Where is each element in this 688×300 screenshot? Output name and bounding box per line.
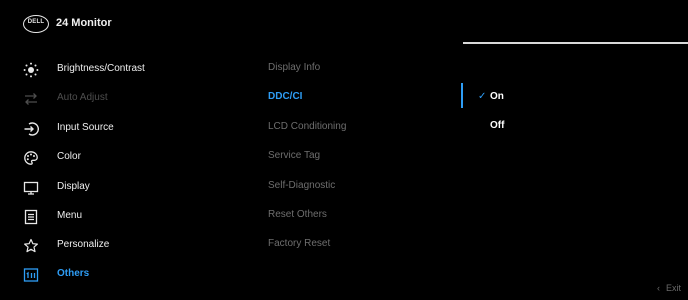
menu-label-personalize: Personalize: [57, 239, 110, 250]
option-off-label: Off: [490, 120, 505, 131]
input-source-icon: [24, 122, 39, 136]
menu-item-color[interactable]: Color: [0, 148, 240, 177]
checkmark-icon: ✓: [478, 91, 487, 102]
menu-item-others[interactable]: Others: [0, 265, 240, 294]
submenu-item-self-diagnostic[interactable]: Self-Diagnostic: [268, 180, 335, 191]
menu-item-input-source[interactable]: Input Source: [0, 119, 240, 148]
menu-label-others: Others: [57, 268, 90, 279]
header-divider: [463, 42, 688, 44]
menu-item-brightness-contrast[interactable]: Brightness/Contrast: [0, 60, 240, 89]
submenu-item-reset-others[interactable]: Reset Others: [268, 209, 327, 220]
menu-item-display[interactable]: Display: [0, 178, 240, 207]
submenu-item-lcd-conditioning[interactable]: LCD Conditioning: [268, 121, 346, 132]
menu-icon: [24, 209, 38, 225]
option-off[interactable]: Off: [478, 120, 504, 131]
menu-label-menu: Menu: [57, 210, 83, 221]
menu-label-input-source: Input Source: [57, 122, 114, 133]
submenu-item-display-info[interactable]: Display Info: [268, 62, 320, 73]
others-icon: [23, 268, 39, 282]
auto-adjust-icon: [25, 93, 37, 105]
brightness-icon: [23, 62, 39, 78]
exit-button[interactable]: ‹ Exit: [657, 283, 681, 293]
menu-item-auto-adjust: Auto Adjust: [0, 89, 240, 118]
option-on-label: On: [490, 91, 504, 102]
menu-label-display: Display: [57, 181, 90, 192]
selection-indicator: [461, 83, 463, 108]
color-palette-icon: [24, 151, 38, 165]
menu-item-personalize[interactable]: Personalize: [0, 236, 240, 265]
osd-header: DELL 24 Monitor: [0, 0, 688, 44]
dell-logo: DELL: [23, 15, 49, 33]
menu-item-menu[interactable]: Menu: [0, 207, 240, 236]
submenu-item-factory-reset[interactable]: Factory Reset: [268, 238, 330, 249]
logo-text: DELL: [27, 19, 45, 25]
exit-label: Exit: [666, 283, 682, 293]
option-on[interactable]: ✓ On: [478, 91, 504, 102]
menu-label-color: Color: [57, 151, 81, 162]
submenu-item-service-tag[interactable]: Service Tag: [268, 150, 320, 161]
submenu-item-ddc-ci[interactable]: DDC/CI: [268, 91, 302, 102]
chevron-left-icon: ‹: [657, 283, 660, 293]
monitor-title: 24 Monitor: [56, 17, 112, 29]
menu-label-brightness-contrast: Brightness/Contrast: [57, 63, 145, 74]
menu-label-auto-adjust: Auto Adjust: [57, 92, 108, 103]
display-icon: [23, 181, 39, 195]
star-icon: [24, 238, 38, 253]
